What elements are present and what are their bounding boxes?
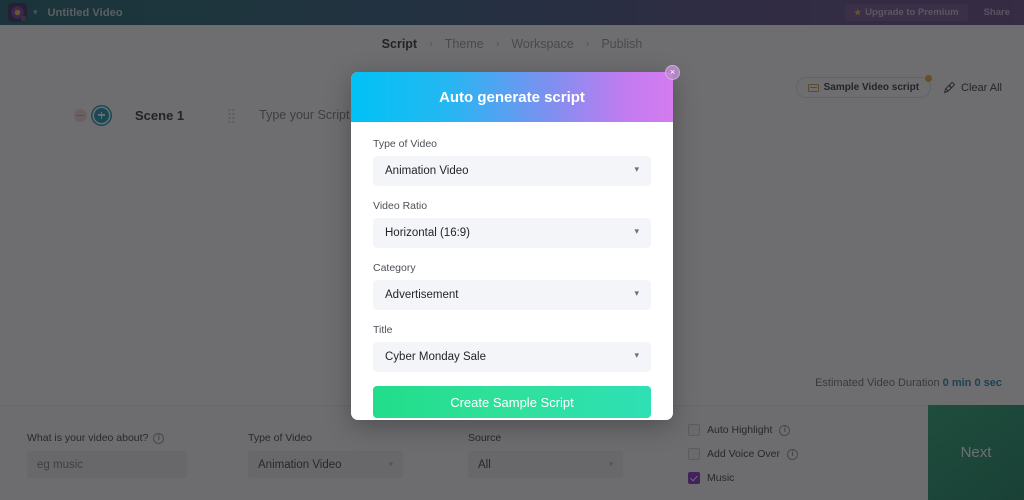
- create-sample-script-button[interactable]: Create Sample Script: [373, 386, 651, 418]
- modal-body: Type of Video Animation Video ▾ Video Ra…: [351, 122, 673, 418]
- modal-video-ratio-select[interactable]: Horizontal (16:9) ▾: [373, 218, 651, 248]
- modal-title: Auto generate script: [439, 88, 585, 106]
- close-icon[interactable]: ×: [665, 65, 680, 80]
- auto-generate-script-modal: Auto generate script × Type of Video Ani…: [351, 65, 680, 420]
- modal-type-of-video-label: Type of Video: [373, 138, 438, 150]
- modal-header: Auto generate script ×: [351, 65, 680, 122]
- modal-title-value: Cyber Monday Sale: [385, 351, 486, 363]
- chevron-down-icon: ▾: [634, 164, 639, 175]
- app-root: ▾ Untitled Video ★ Upgrade to Premium Sh…: [0, 0, 1024, 500]
- modal-type-of-video-select[interactable]: Animation Video ▾: [373, 156, 651, 186]
- modal-title-select[interactable]: Cyber Monday Sale ▾: [373, 342, 651, 372]
- modal-type-of-video-value: Animation Video: [385, 165, 469, 177]
- modal-category-select[interactable]: Advertisement ▾: [373, 280, 651, 310]
- chevron-down-icon: ▾: [634, 226, 639, 237]
- modal-video-ratio-label: Video Ratio: [373, 200, 428, 212]
- modal-title-field-label: Title: [373, 324, 393, 336]
- modal-category-label: Category: [373, 262, 416, 274]
- modal-video-ratio-value: Horizontal (16:9): [385, 227, 471, 239]
- chevron-down-icon: ▾: [634, 288, 639, 299]
- modal-category-value: Advertisement: [385, 289, 459, 301]
- chevron-down-icon: ▾: [634, 350, 639, 361]
